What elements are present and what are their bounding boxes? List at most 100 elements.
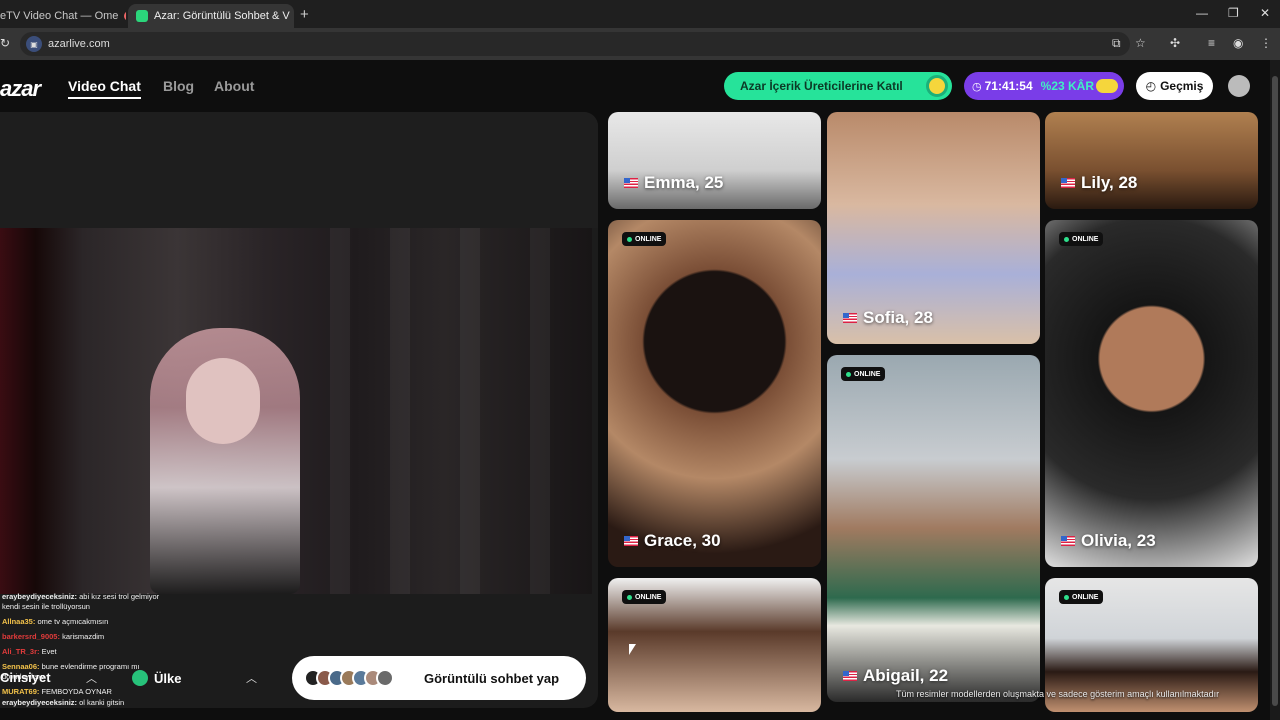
- profile-name: Grace, 30: [624, 531, 721, 551]
- online-dot-icon: [627, 236, 632, 242]
- discount-timer-button[interactable]: ◷ 71:41:54 %23 KÂR: [964, 72, 1124, 100]
- profile-card-sofia[interactable]: Sofia, 28: [827, 112, 1040, 344]
- tab-ometv[interactable]: eTV Video Chat — Ome ✕: [0, 4, 126, 28]
- online-badge: ONLINE: [841, 367, 886, 381]
- country-filter[interactable]: Ülke: [132, 670, 181, 686]
- chat-username: Ali_TR_3r:: [2, 647, 40, 656]
- chat-username: Allnaa35:: [2, 617, 36, 626]
- menu-dots-icon[interactable]: ⋮: [1260, 36, 1272, 50]
- online-dot-icon: [846, 371, 851, 377]
- online-label: ONLINE: [635, 235, 662, 243]
- profile-name-text: Olivia, 23: [1081, 531, 1156, 550]
- profile-name: Abigail, 22: [843, 666, 948, 686]
- discount-text: %23 KÂR: [1040, 79, 1095, 93]
- creator-join-label: Azar İçerik Üreticilerine Katıl: [740, 79, 903, 93]
- bookmark-star-icon[interactable]: ☆: [1135, 36, 1146, 50]
- clock-icon: ◷: [972, 80, 982, 93]
- online-dot-icon: [1064, 236, 1069, 242]
- tab-azar[interactable]: Azar: Görüntülü Sohbet & V ✕: [128, 4, 294, 28]
- new-tab-icon[interactable]: +: [300, 6, 309, 23]
- scrollbar-thumb[interactable]: [1272, 76, 1278, 706]
- url-text: azarlive.com: [48, 38, 110, 50]
- profile-icon[interactable]: ◉: [1233, 36, 1243, 50]
- stream-video: [0, 228, 592, 594]
- online-label: ONLINE: [1072, 593, 1099, 601]
- profile-card[interactable]: ONLINE: [608, 578, 821, 712]
- streamer-face: [186, 358, 260, 444]
- nav-video-chat[interactable]: Video Chat: [68, 78, 141, 99]
- chevron-up-icon[interactable]: ︿: [246, 670, 257, 686]
- gender-filter[interactable]: Cinsiyet: [0, 670, 51, 685]
- profile-name: Olivia, 23: [1061, 531, 1156, 551]
- us-flag-icon: [1061, 536, 1075, 546]
- chat-text: kendi sesin ile trollüyorsun: [2, 602, 90, 611]
- us-flag-icon: [843, 671, 857, 681]
- azar-logo[interactable]: azar: [0, 76, 41, 102]
- camera-badge-icon: [926, 75, 948, 97]
- chat-message: eraybeydiyeceksiniz: abi kız sesi trol g…: [2, 592, 159, 601]
- chat-message: Ali_TR_3r: Evet: [2, 647, 57, 656]
- address-bar: ↻ ▣ azarlive.com: [0, 28, 1280, 60]
- profile-card-abigail[interactable]: ONLINE Abigail, 22: [827, 355, 1040, 702]
- history-button[interactable]: ◴ Geçmiş: [1136, 72, 1213, 100]
- chat-username: barkersrd_9005:: [2, 632, 60, 641]
- profile-name: Lily, 28: [1061, 173, 1137, 193]
- timer-text: 71:41:54: [984, 79, 1033, 93]
- media-control-icon[interactable]: ≡: [1208, 36, 1215, 50]
- close-window-icon[interactable]: ✕: [1260, 6, 1270, 20]
- us-flag-icon: [624, 536, 638, 546]
- us-flag-icon: [624, 178, 638, 188]
- online-label: ONLINE: [854, 370, 881, 378]
- online-badge: ONLINE: [622, 232, 667, 246]
- site-info-icon[interactable]: ▣: [26, 36, 42, 52]
- chat-username: eraybeydiyeceksiniz:: [2, 592, 78, 601]
- coin-icon: [1096, 79, 1118, 93]
- online-label: ONLINE: [635, 593, 662, 601]
- install-app-icon[interactable]: ⧉: [1112, 36, 1121, 51]
- online-badge: ONLINE: [1059, 232, 1104, 246]
- country-label: Ülke: [154, 670, 182, 686]
- video-chat-panel: eraybeydiyeceksiniz: abi kız sesi trol g…: [0, 112, 598, 708]
- chat-controls: Cinsiyet ︿ Ülke ︿ Görüntülü sohbet yap: [0, 656, 598, 708]
- maximize-icon[interactable]: ❐: [1228, 6, 1239, 20]
- start-video-chat-button[interactable]: Görüntülü sohbet yap: [292, 656, 586, 700]
- nav-blog[interactable]: Blog: [163, 78, 194, 94]
- online-label: ONLINE: [1072, 235, 1099, 243]
- profile-card-lily[interactable]: Lily, 28: [1045, 112, 1258, 209]
- chat-message: kendi sesin ile trollüyorsun: [2, 602, 90, 611]
- tab-title: Azar: Görüntülü Sohbet & V: [154, 10, 290, 22]
- start-video-chat-label: Görüntülü sohbet yap: [424, 670, 560, 686]
- avatar-stack: [304, 669, 394, 687]
- chevron-up-icon[interactable]: ︿: [86, 670, 97, 686]
- chat-text: karismazdim: [62, 632, 105, 641]
- profile-card-olivia[interactable]: ONLINE Olivia, 23: [1045, 220, 1258, 567]
- us-flag-icon: [1061, 178, 1075, 188]
- minimize-icon[interactable]: —: [1196, 6, 1208, 20]
- chat-message: barkersrd_9005: karismazdim: [2, 632, 104, 641]
- profile-name: Sofia, 28: [843, 308, 933, 328]
- profile-name-text: Abigail, 22: [863, 666, 949, 685]
- remote-video-area: [0, 112, 598, 228]
- azar-favicon-icon: [136, 10, 148, 22]
- profile-card-grace[interactable]: ONLINE Grace, 30: [608, 220, 821, 567]
- profile-card-emma[interactable]: Emma, 25: [608, 112, 821, 209]
- profile-name-text: Grace, 30: [644, 531, 721, 550]
- online-dot-icon: [627, 594, 632, 600]
- reload-icon[interactable]: ↻: [0, 36, 10, 50]
- profile-name: Emma, 25: [624, 173, 723, 193]
- us-flag-icon: [843, 313, 857, 323]
- online-badge: ONLINE: [622, 590, 667, 604]
- disclaimer-text: Tüm resimler modellerden oluşmakta ve sa…: [896, 689, 1220, 699]
- avatar: [376, 669, 394, 687]
- online-dot-icon: [1064, 594, 1069, 600]
- extensions-icon[interactable]: ✣: [1170, 36, 1180, 50]
- history-icon: ◴: [1145, 79, 1157, 93]
- user-avatar[interactable]: [1228, 75, 1250, 97]
- chat-text: Evet: [41, 647, 57, 656]
- url-field[interactable]: ▣ azarlive.com: [20, 32, 1130, 56]
- nav-about[interactable]: About: [214, 78, 254, 94]
- profile-name-text: Emma, 25: [644, 173, 724, 192]
- mouse-cursor-icon: [629, 644, 636, 655]
- creator-join-button[interactable]: Azar İçerik Üreticilerine Katıl: [724, 72, 952, 100]
- page-scrollbar[interactable]: [1270, 60, 1280, 720]
